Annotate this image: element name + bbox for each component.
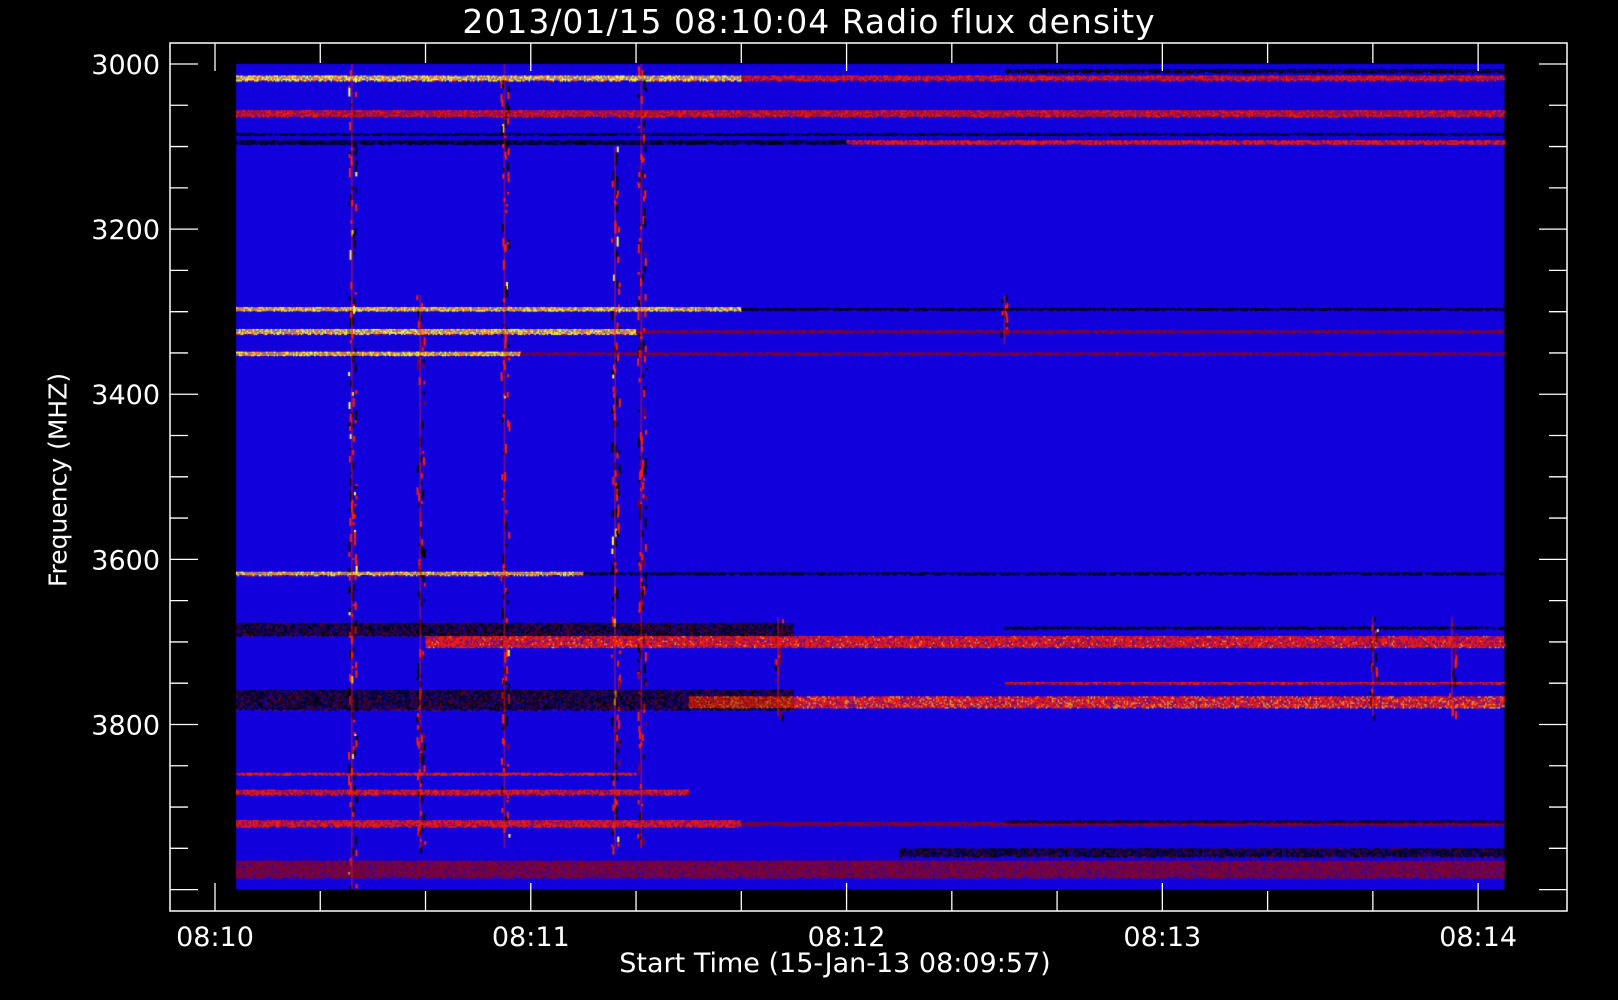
frequency-band — [236, 140, 847, 145]
x-tick-label: 08:11 — [492, 922, 570, 953]
frequency-band — [1004, 626, 1505, 630]
plot-frame — [169, 42, 1568, 912]
frequency-band — [425, 636, 1505, 648]
burst-mark — [1371, 617, 1374, 717]
frequency-band — [636, 330, 1505, 333]
frequency-band — [1004, 681, 1505, 685]
plot-axes: 08:10 08:11 08:12 08:13 08:14 3000 3200 3400 360… — [91, 42, 1568, 953]
frequency-band — [236, 75, 742, 81]
x-tick-label: 08:13 — [1123, 922, 1201, 953]
y-tick-label: 3400 — [91, 380, 160, 411]
x-tick-label: 08:12 — [808, 922, 886, 953]
y-tick-label: 3600 — [91, 545, 160, 576]
frequency-band — [236, 860, 1505, 878]
burst-mark — [350, 64, 353, 890]
frequency-band — [1004, 68, 1505, 73]
burst-mark — [777, 617, 780, 717]
frequency-band — [741, 307, 1505, 311]
burst-mark — [613, 146, 616, 849]
frequency-band — [846, 140, 1505, 145]
frequency-band — [236, 351, 521, 356]
frequency-band — [236, 772, 637, 776]
band-layer — [236, 64, 1505, 890]
burst-mark — [1450, 617, 1453, 717]
frequency-band — [236, 307, 742, 312]
frequency-band — [236, 329, 637, 334]
axis-ticks: 08:10 08:11 08:12 08:13 08:14 3000 3200 3400 360… — [91, 43, 1567, 953]
burst-mark — [503, 64, 506, 849]
frequency-band — [899, 848, 1505, 857]
y-tick-label: 3800 — [91, 710, 160, 741]
frequency-band — [236, 110, 1505, 117]
x-tick-label: 08:14 — [1439, 922, 1517, 953]
burst-mark — [1003, 295, 1006, 345]
burst-mark — [419, 295, 422, 849]
frequency-band — [236, 820, 742, 827]
frequency-band — [583, 572, 1505, 575]
frequency-band — [236, 132, 1505, 136]
frequency-band — [236, 622, 794, 637]
frequency-band — [236, 789, 689, 795]
y-tick-label: 3000 — [91, 50, 160, 81]
y-tick-label: 3200 — [91, 215, 160, 246]
frequency-band — [520, 352, 1505, 356]
frequency-band — [236, 571, 584, 576]
burst-mark — [640, 64, 643, 849]
x-tick-label: 08:10 — [176, 922, 254, 953]
frequency-band — [688, 696, 1505, 708]
frequency-band — [1004, 820, 1505, 824]
frequency-band — [741, 75, 1505, 81]
